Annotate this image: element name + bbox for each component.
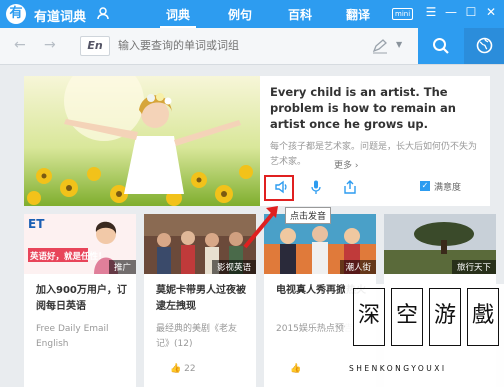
handwriting-icon[interactable] [372, 38, 388, 54]
search-icon [433, 38, 449, 54]
watermark-char: 戲 [467, 288, 499, 346]
microphone-icon[interactable] [308, 179, 324, 195]
back-arrow-icon[interactable]: ← [14, 37, 26, 53]
app-logo: 有 [6, 4, 26, 24]
svg-text:ET: ET [28, 217, 45, 231]
card-banner-text: 英语好，就是任性！ [29, 251, 107, 262]
thumb-up-icon[interactable]: 👍 [170, 364, 181, 374]
globe-button[interactable] [464, 28, 504, 64]
chevron-down-icon[interactable]: ▼ [396, 40, 402, 49]
speaker-icon[interactable] [274, 179, 290, 195]
card-title: 莫妮卡带男人过夜被逮左拽现 [156, 285, 246, 312]
daily-quote-chinese: 每个孩子都是艺术家。问题是，长大后如何仍不失为艺术家。 [270, 142, 478, 167]
app-name: 有道词典 [34, 10, 87, 25]
card-likes: 👍 [290, 364, 301, 374]
satisfaction-checkbox[interactable]: ✓ [420, 181, 430, 191]
watermark-char: 深 [353, 288, 385, 346]
daily-quote-english: Every child is an artist. The problem is… [270, 85, 456, 131]
language-selector[interactable]: En [80, 36, 110, 56]
card-tag: 影视英语 [211, 260, 256, 274]
more-link[interactable]: 更多 › [334, 158, 358, 171]
search-button[interactable] [418, 28, 464, 64]
card-description: Free Daily Email English [36, 324, 109, 349]
content-card[interactable]: ET 英语好，就是任性！ 推广 加入900万用户，订阅每日英语 Free Dai… [24, 214, 136, 387]
hero-image [24, 76, 260, 206]
title-bar: 有 有道词典 词典 例句 百科 翻译 mini ☰ — ☐ ✕ [0, 0, 504, 29]
tab-dictionary[interactable]: 词典 [159, 6, 197, 29]
watermark-char: 游 [429, 288, 461, 346]
card-description: 最经典的美剧《老友记》(12) [156, 324, 238, 349]
pronunciation-tooltip: 点击发音 [285, 207, 332, 224]
close-icon[interactable]: ✕ [484, 5, 498, 19]
card-likes: 👍 22 [170, 364, 196, 374]
thumb-up-icon[interactable]: 👍 [290, 364, 301, 374]
watermark-char: 空 [391, 288, 423, 346]
forward-arrow-icon[interactable]: → [44, 37, 56, 53]
watermark-subtitle: SHENKONGYOUXI [349, 364, 447, 373]
minimize-icon[interactable]: — [444, 5, 458, 19]
card-tag: 旅行天下 [451, 260, 496, 274]
like-count: 22 [184, 364, 196, 374]
satisfaction-label: 满意度 [434, 183, 462, 193]
watermark-logo: 深 空 游 戲 SHENKONGYOUXI [345, 284, 504, 387]
more-label: 更多 [334, 161, 353, 171]
menu-icon[interactable]: ☰ [424, 5, 438, 19]
maximize-icon[interactable]: ☐ [464, 5, 478, 19]
globe-icon [476, 37, 493, 54]
share-icon[interactable] [342, 179, 358, 195]
tab-example-sentences[interactable]: 例句 [228, 6, 252, 23]
card-tag: 推广 [108, 260, 136, 274]
red-arrow-annotation [243, 206, 278, 249]
user-icon[interactable] [96, 6, 110, 20]
mini-mode-button[interactable]: mini [392, 8, 414, 20]
daily-sentence-card: Every child is an artist. The problem is… [24, 76, 490, 206]
card-title: 加入900万用户，订阅每日英语 [36, 285, 127, 312]
tab-translate[interactable]: 翻译 [346, 6, 370, 23]
tab-encyclopedia[interactable]: 百科 [288, 6, 312, 23]
card-tag: 潮人街 [340, 260, 376, 274]
search-bar: ← → En ▼ [0, 28, 504, 65]
